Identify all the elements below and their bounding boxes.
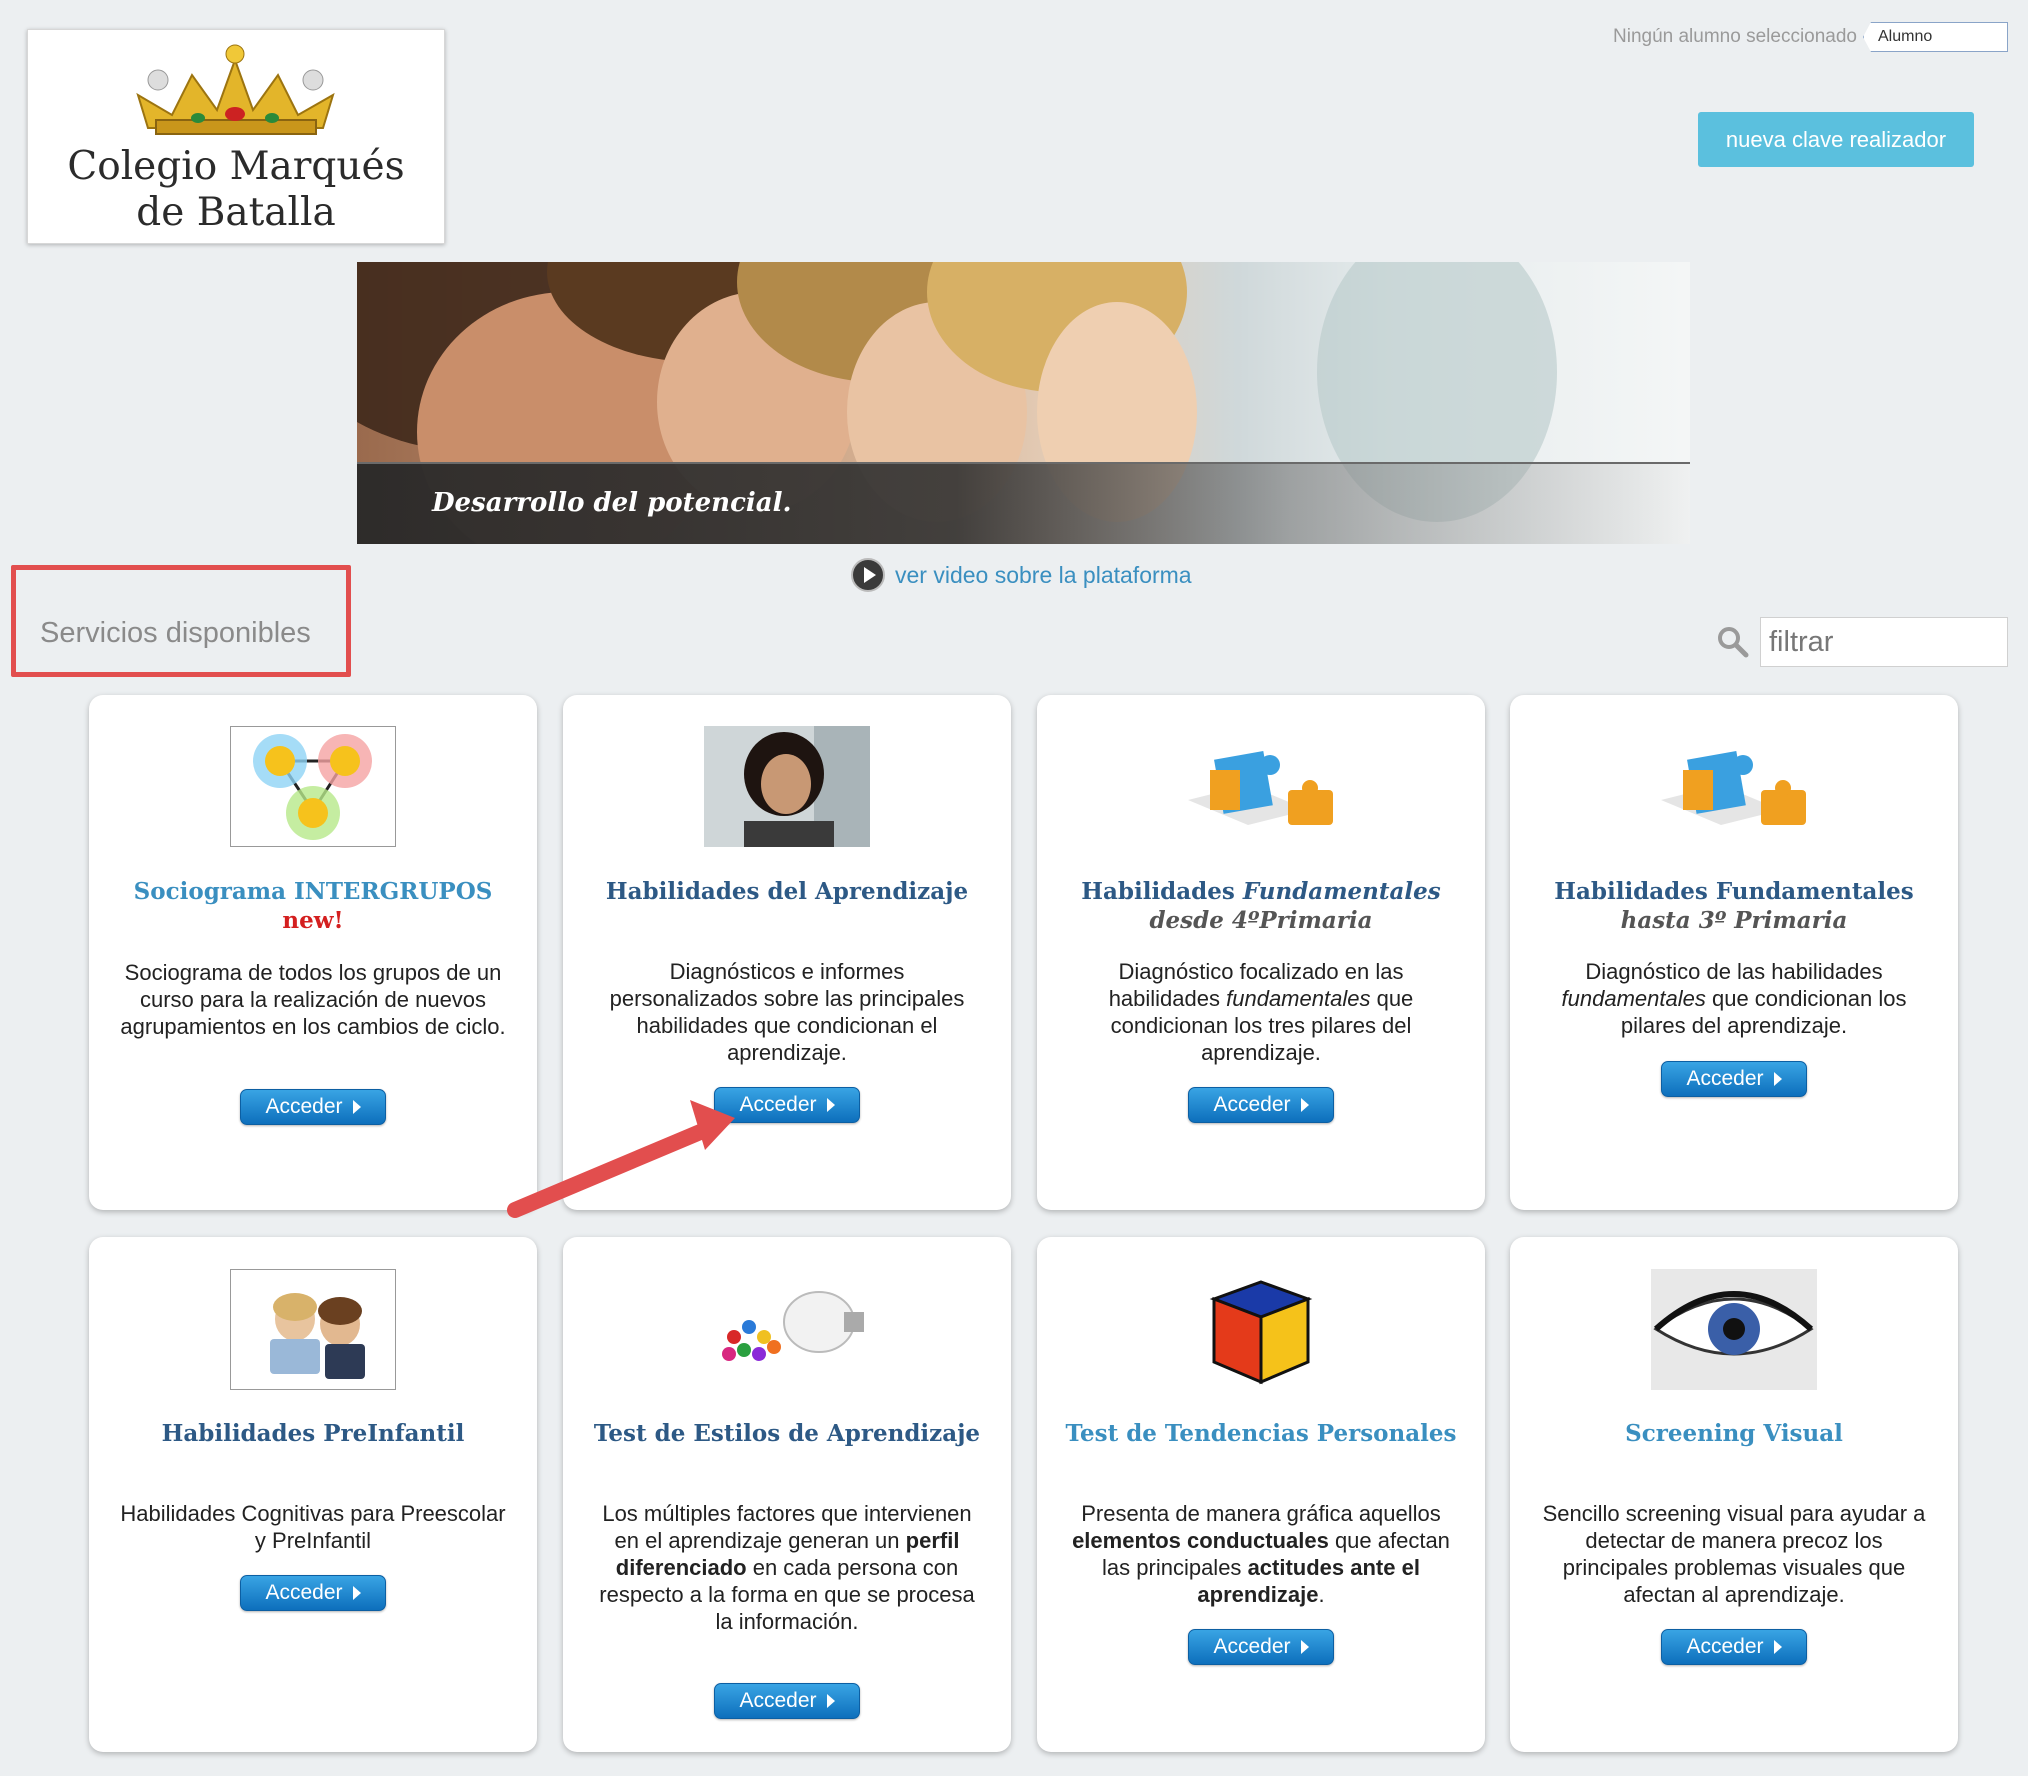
card-title[interactable]: Habilidades Fundamentales	[1047, 877, 1475, 906]
card-title[interactable]: Test de Tendencias Personales	[1047, 1419, 1475, 1448]
desc-part: Diagnóstico de las habilidades	[1585, 959, 1883, 984]
card-title[interactable]: Sociograma INTERGRUPOS	[99, 877, 527, 906]
access-button-label[interactable]: Acceder	[265, 1095, 342, 1119]
caret-right-icon	[1300, 1098, 1309, 1112]
student-input[interactable]: Alumno	[1863, 22, 2008, 52]
card-title[interactable]: Test de Estilos de Aprendizaje	[573, 1419, 1001, 1448]
filter-area: filtrar	[1716, 617, 2008, 667]
service-card-screening-visual: Screening Visual Sencillo screening visu…	[1510, 1237, 1958, 1752]
search-icon	[1718, 627, 1749, 658]
service-card-sociograma: Sociograma INTERGRUPOS new! Sociograma d…	[89, 695, 537, 1210]
service-card-tendencias-personales: Test de Tendencias Personales Presenta d…	[1037, 1237, 1485, 1752]
card-description: Diagnóstico focalizado en las habilidade…	[1067, 958, 1455, 1066]
video-link[interactable]: ver video sobre la plataforma	[851, 558, 1192, 592]
sociogram-image	[230, 726, 396, 847]
desc-part: .	[1318, 1582, 1325, 1607]
desc-emphasis: fundamentales	[1561, 986, 1706, 1011]
access-button[interactable]: Acceder	[714, 1087, 860, 1123]
video-link-text[interactable]: ver video sobre la plataforma	[895, 562, 1192, 589]
access-button-label[interactable]: Acceder	[1213, 1093, 1290, 1117]
card-title[interactable]: Habilidades del Aprendizaje	[573, 877, 1001, 906]
access-button-label[interactable]: Acceder	[1686, 1635, 1763, 1659]
student-selector: Ningún alumno seleccionado Alumno	[1613, 20, 2008, 54]
caret-right-icon	[1300, 1640, 1309, 1654]
service-card-preinfantil: Habilidades PreInfantil Habilidades Cogn…	[89, 1237, 537, 1752]
student-photo-image	[704, 726, 870, 847]
student-status: Ningún alumno seleccionado	[1613, 26, 1857, 47]
access-button[interactable]: Acceder	[714, 1683, 860, 1719]
hero-banner: Desarrollo del potencial.	[357, 262, 1690, 544]
desc-bold: elementos conductuales	[1072, 1528, 1329, 1553]
services-title: Servicios disponibles	[40, 617, 311, 649]
new-badge: new!	[282, 907, 344, 934]
access-button[interactable]: Acceder	[1188, 1087, 1334, 1123]
school-name-line-2: de Batalla	[136, 190, 336, 235]
access-button-label[interactable]: Acceder	[739, 1093, 816, 1117]
service-card-habilidades-fundamentales-3: Habilidades Fundamentales hasta 3º Prima…	[1510, 695, 1958, 1210]
service-card-estilos-aprendizaje: Test de Estilos de Aprendizaje Los múlti…	[563, 1237, 1011, 1752]
card-title-text: Habilidades	[1081, 878, 1235, 905]
play-icon[interactable]	[851, 558, 885, 592]
caret-right-icon	[1773, 1640, 1782, 1654]
access-button[interactable]: Acceder	[240, 1575, 386, 1611]
caret-right-icon	[826, 1098, 835, 1112]
access-button-label[interactable]: Acceder	[1686, 1067, 1763, 1091]
card-subtitle: hasta 3º Primaria	[1620, 907, 1848, 934]
card-title[interactable]: Habilidades PreInfantil	[99, 1419, 527, 1448]
puzzle-image	[1188, 751, 1333, 825]
access-button[interactable]: Acceder	[240, 1089, 386, 1125]
puzzle-image	[1661, 751, 1806, 825]
pawns-lightbulb-image	[722, 1291, 864, 1361]
card-description: Diagnóstico de las habilidades fundament…	[1540, 958, 1928, 1039]
eye-image	[1651, 1269, 1817, 1390]
banner-caption: Desarrollo del potencial.	[432, 488, 792, 518]
card-title-emphasis: Fundamentales	[1242, 878, 1441, 905]
new-key-button[interactable]: nueva clave realizador	[1698, 112, 1974, 167]
filter-input[interactable]: filtrar	[1760, 617, 2008, 667]
card-title[interactable]: Habilidades Fundamentales	[1520, 877, 1948, 906]
school-logo: Colegio Marqués de Batalla	[27, 29, 445, 244]
desc-part: Presenta de manera gráfica aquellos	[1081, 1501, 1441, 1526]
access-button[interactable]: Acceder	[1188, 1629, 1334, 1665]
card-description: Los múltiples factores que intervienen e…	[593, 1500, 981, 1635]
access-button-label[interactable]: Acceder	[1213, 1635, 1290, 1659]
caret-right-icon	[1773, 1072, 1782, 1086]
children-tablet-image	[230, 1269, 396, 1390]
access-button[interactable]: Acceder	[1661, 1061, 1807, 1097]
service-card-habilidades-fundamentales-4: Habilidades Fundamentales desde 4ºPrimar…	[1037, 695, 1485, 1210]
access-button-label[interactable]: Acceder	[265, 1581, 342, 1605]
card-subtitle: desde 4ºPrimaria	[1149, 907, 1373, 934]
card-description: Habilidades Cognitivas para Preescolar y…	[120, 1501, 506, 1553]
caret-right-icon	[352, 1586, 361, 1600]
card-description: Sociograma de todos los grupos de un cur…	[120, 960, 506, 1039]
desc-emphasis: fundamentales	[1226, 986, 1371, 1011]
service-card-habilidades-aprendizaje: Habilidades del Aprendizaje Diagnósticos…	[563, 695, 1011, 1210]
card-description: Diagnósticos e informes personalizados s…	[609, 959, 965, 1065]
caret-right-icon	[826, 1694, 835, 1708]
crown-icon	[136, 44, 335, 135]
access-button-label[interactable]: Acceder	[739, 1689, 816, 1713]
school-name-line-1: Colegio Marqués	[67, 144, 405, 189]
card-description: Presenta de manera gráfica aquellos elem…	[1067, 1500, 1455, 1608]
caret-right-icon	[352, 1100, 361, 1114]
rubiks-cube-image	[1209, 1280, 1313, 1385]
card-title[interactable]: Screening Visual	[1520, 1419, 1948, 1448]
card-description: Sencillo screening visual para ayudar a …	[1542, 1501, 1926, 1607]
access-button[interactable]: Acceder	[1661, 1629, 1807, 1665]
